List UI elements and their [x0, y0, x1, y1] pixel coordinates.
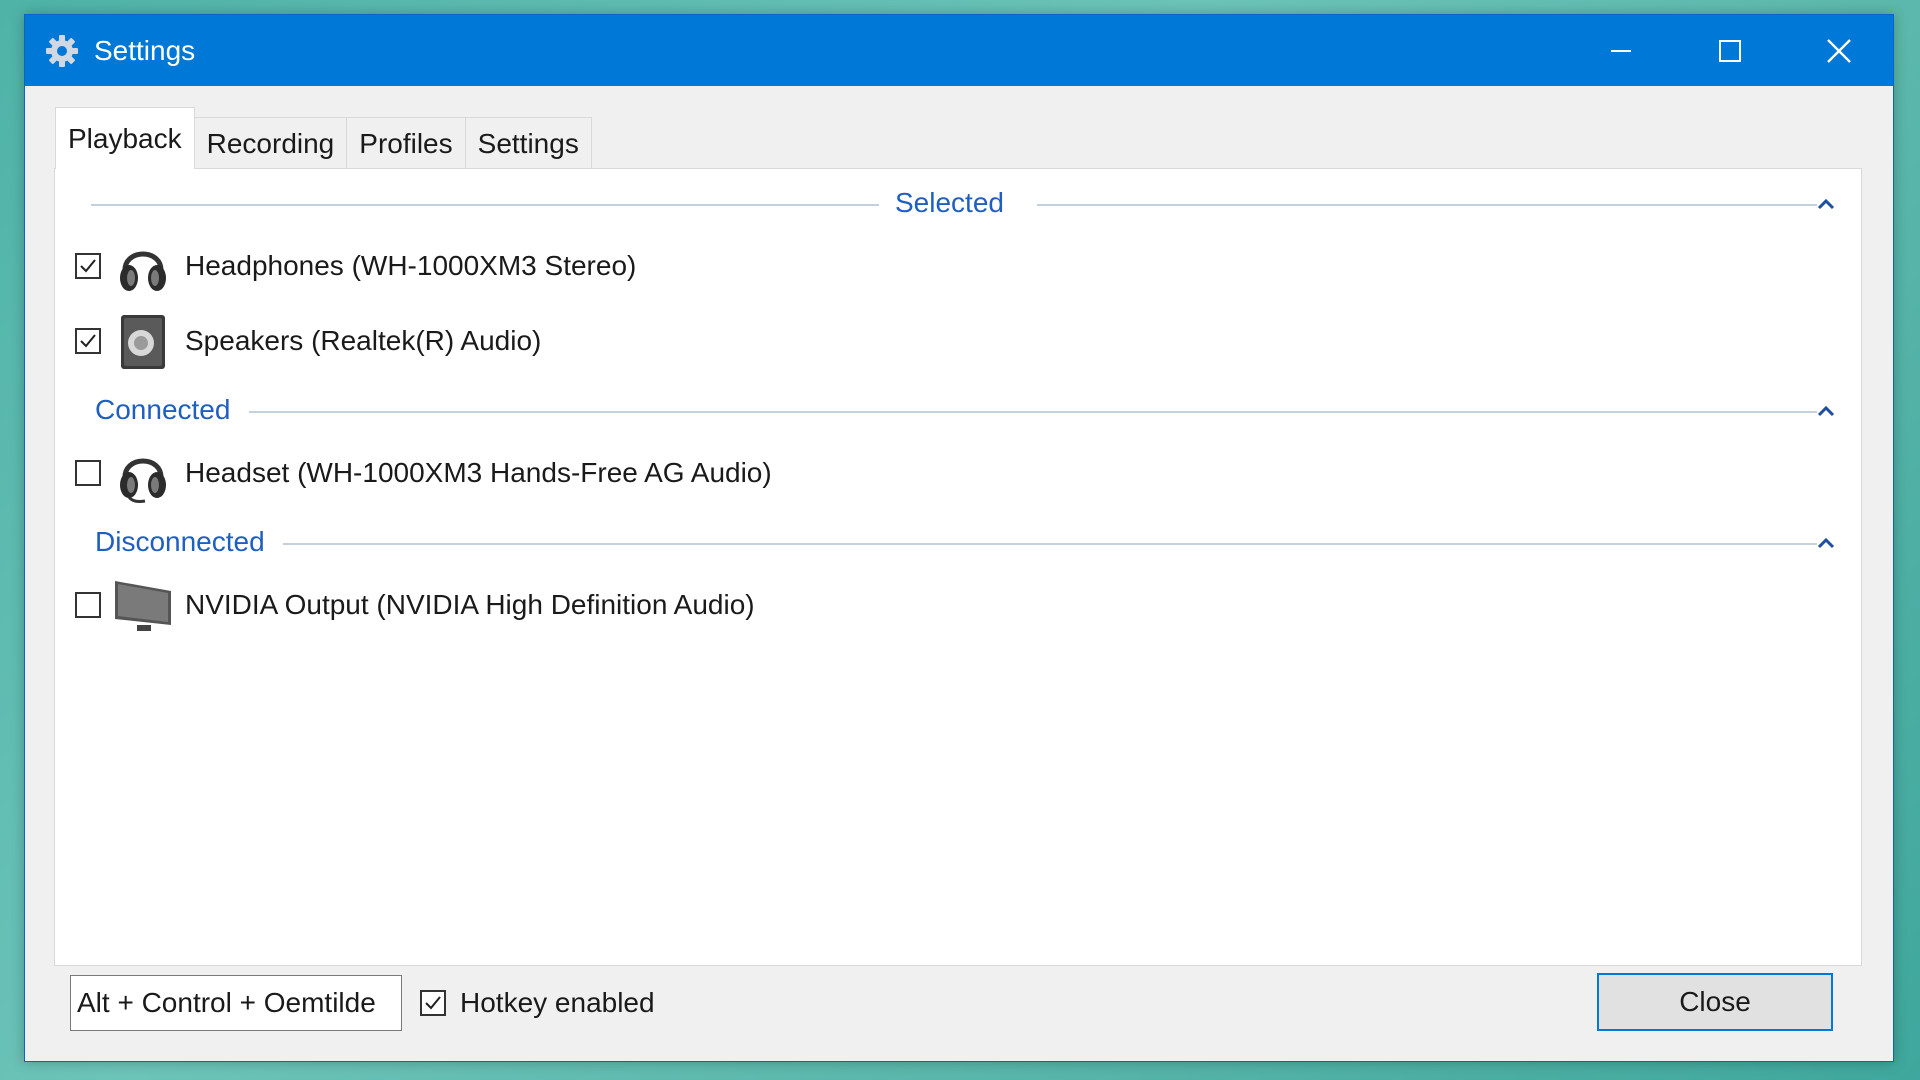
- close-button[interactable]: Close: [1597, 973, 1833, 1031]
- checkmark-icon: [80, 259, 96, 273]
- close-icon: [1826, 38, 1851, 63]
- group-divider: [283, 543, 1817, 545]
- group-title-connected: Connected: [95, 394, 231, 425]
- headset-icon: [113, 443, 173, 503]
- hotkey-enabled-label: Hotkey enabled: [460, 987, 655, 1018]
- tab-profiles[interactable]: Profiles: [346, 117, 466, 169]
- collapse-selected-button[interactable]: [1813, 191, 1839, 217]
- group-divider: [1037, 204, 1817, 206]
- device-row-speakers[interactable]: Speakers (Realtek(R) Audio): [75, 309, 541, 373]
- maximize-icon: [1718, 39, 1741, 62]
- checkmark-icon: [425, 996, 441, 1010]
- minimize-icon: [1610, 49, 1631, 52]
- hotkey-field[interactable]: Alt + Control + Oemtilde: [70, 975, 402, 1031]
- playback-panel: Selected Headphones (WH-1000XM3 Stereo): [54, 168, 1862, 966]
- device-name: Headphones (WH-1000XM3 Stereo): [185, 250, 637, 281]
- chevron-up-icon: [1817, 405, 1835, 417]
- group-header-selected: Selected: [55, 185, 1861, 225]
- device-checkbox[interactable]: [75, 592, 101, 618]
- hotkey-enabled-checkbox[interactable]: [420, 990, 446, 1016]
- chevron-up-icon: [1817, 537, 1835, 549]
- group-header-connected: Connected: [55, 392, 1861, 432]
- window-controls: [1566, 15, 1893, 86]
- tab-recording[interactable]: Recording: [193, 117, 348, 169]
- window-title: Settings: [94, 34, 196, 66]
- monitor-icon: [113, 575, 173, 635]
- device-name: Speakers (Realtek(R) Audio): [185, 325, 542, 356]
- minimize-button[interactable]: [1566, 15, 1675, 86]
- tab-playback[interactable]: Playback: [55, 107, 195, 169]
- chevron-up-icon: [1817, 198, 1835, 210]
- collapse-disconnected-button[interactable]: [1813, 530, 1839, 556]
- group-divider: [249, 411, 1817, 413]
- speaker-icon: [113, 311, 173, 371]
- device-checkbox[interactable]: [75, 328, 101, 354]
- checkmark-icon: [80, 334, 96, 348]
- close-window-button[interactable]: [1784, 15, 1893, 86]
- hotkey-enabled-toggle[interactable]: Hotkey enabled: [420, 987, 655, 1019]
- settings-window: Settings Playback Recording Profiles Set…: [24, 14, 1894, 1062]
- group-title-selected: Selected: [895, 187, 1004, 218]
- tab-settings[interactable]: Settings: [464, 117, 592, 169]
- gear-icon: [42, 31, 82, 71]
- device-row-headset[interactable]: Headset (WH-1000XM3 Hands-Free AG Audio): [75, 441, 772, 505]
- device-row-nvidia[interactable]: NVIDIA Output (NVIDIA High Definition Au…: [75, 573, 755, 637]
- headphones-icon: [113, 236, 173, 296]
- maximize-button[interactable]: [1675, 15, 1784, 86]
- device-name: Headset (WH-1000XM3 Hands-Free AG Audio): [185, 457, 772, 488]
- group-title-disconnected: Disconnected: [95, 526, 265, 557]
- group-header-disconnected: Disconnected: [55, 524, 1861, 564]
- title-bar[interactable]: Settings: [25, 15, 1893, 86]
- device-checkbox[interactable]: [75, 253, 101, 279]
- tab-strip: Playback Recording Profiles Settings: [55, 103, 592, 169]
- device-row-headphones[interactable]: Headphones (WH-1000XM3 Stereo): [75, 234, 636, 298]
- collapse-connected-button[interactable]: [1813, 398, 1839, 424]
- group-divider: [91, 204, 879, 206]
- device-checkbox[interactable]: [75, 460, 101, 486]
- device-name: NVIDIA Output (NVIDIA High Definition Au…: [185, 589, 755, 620]
